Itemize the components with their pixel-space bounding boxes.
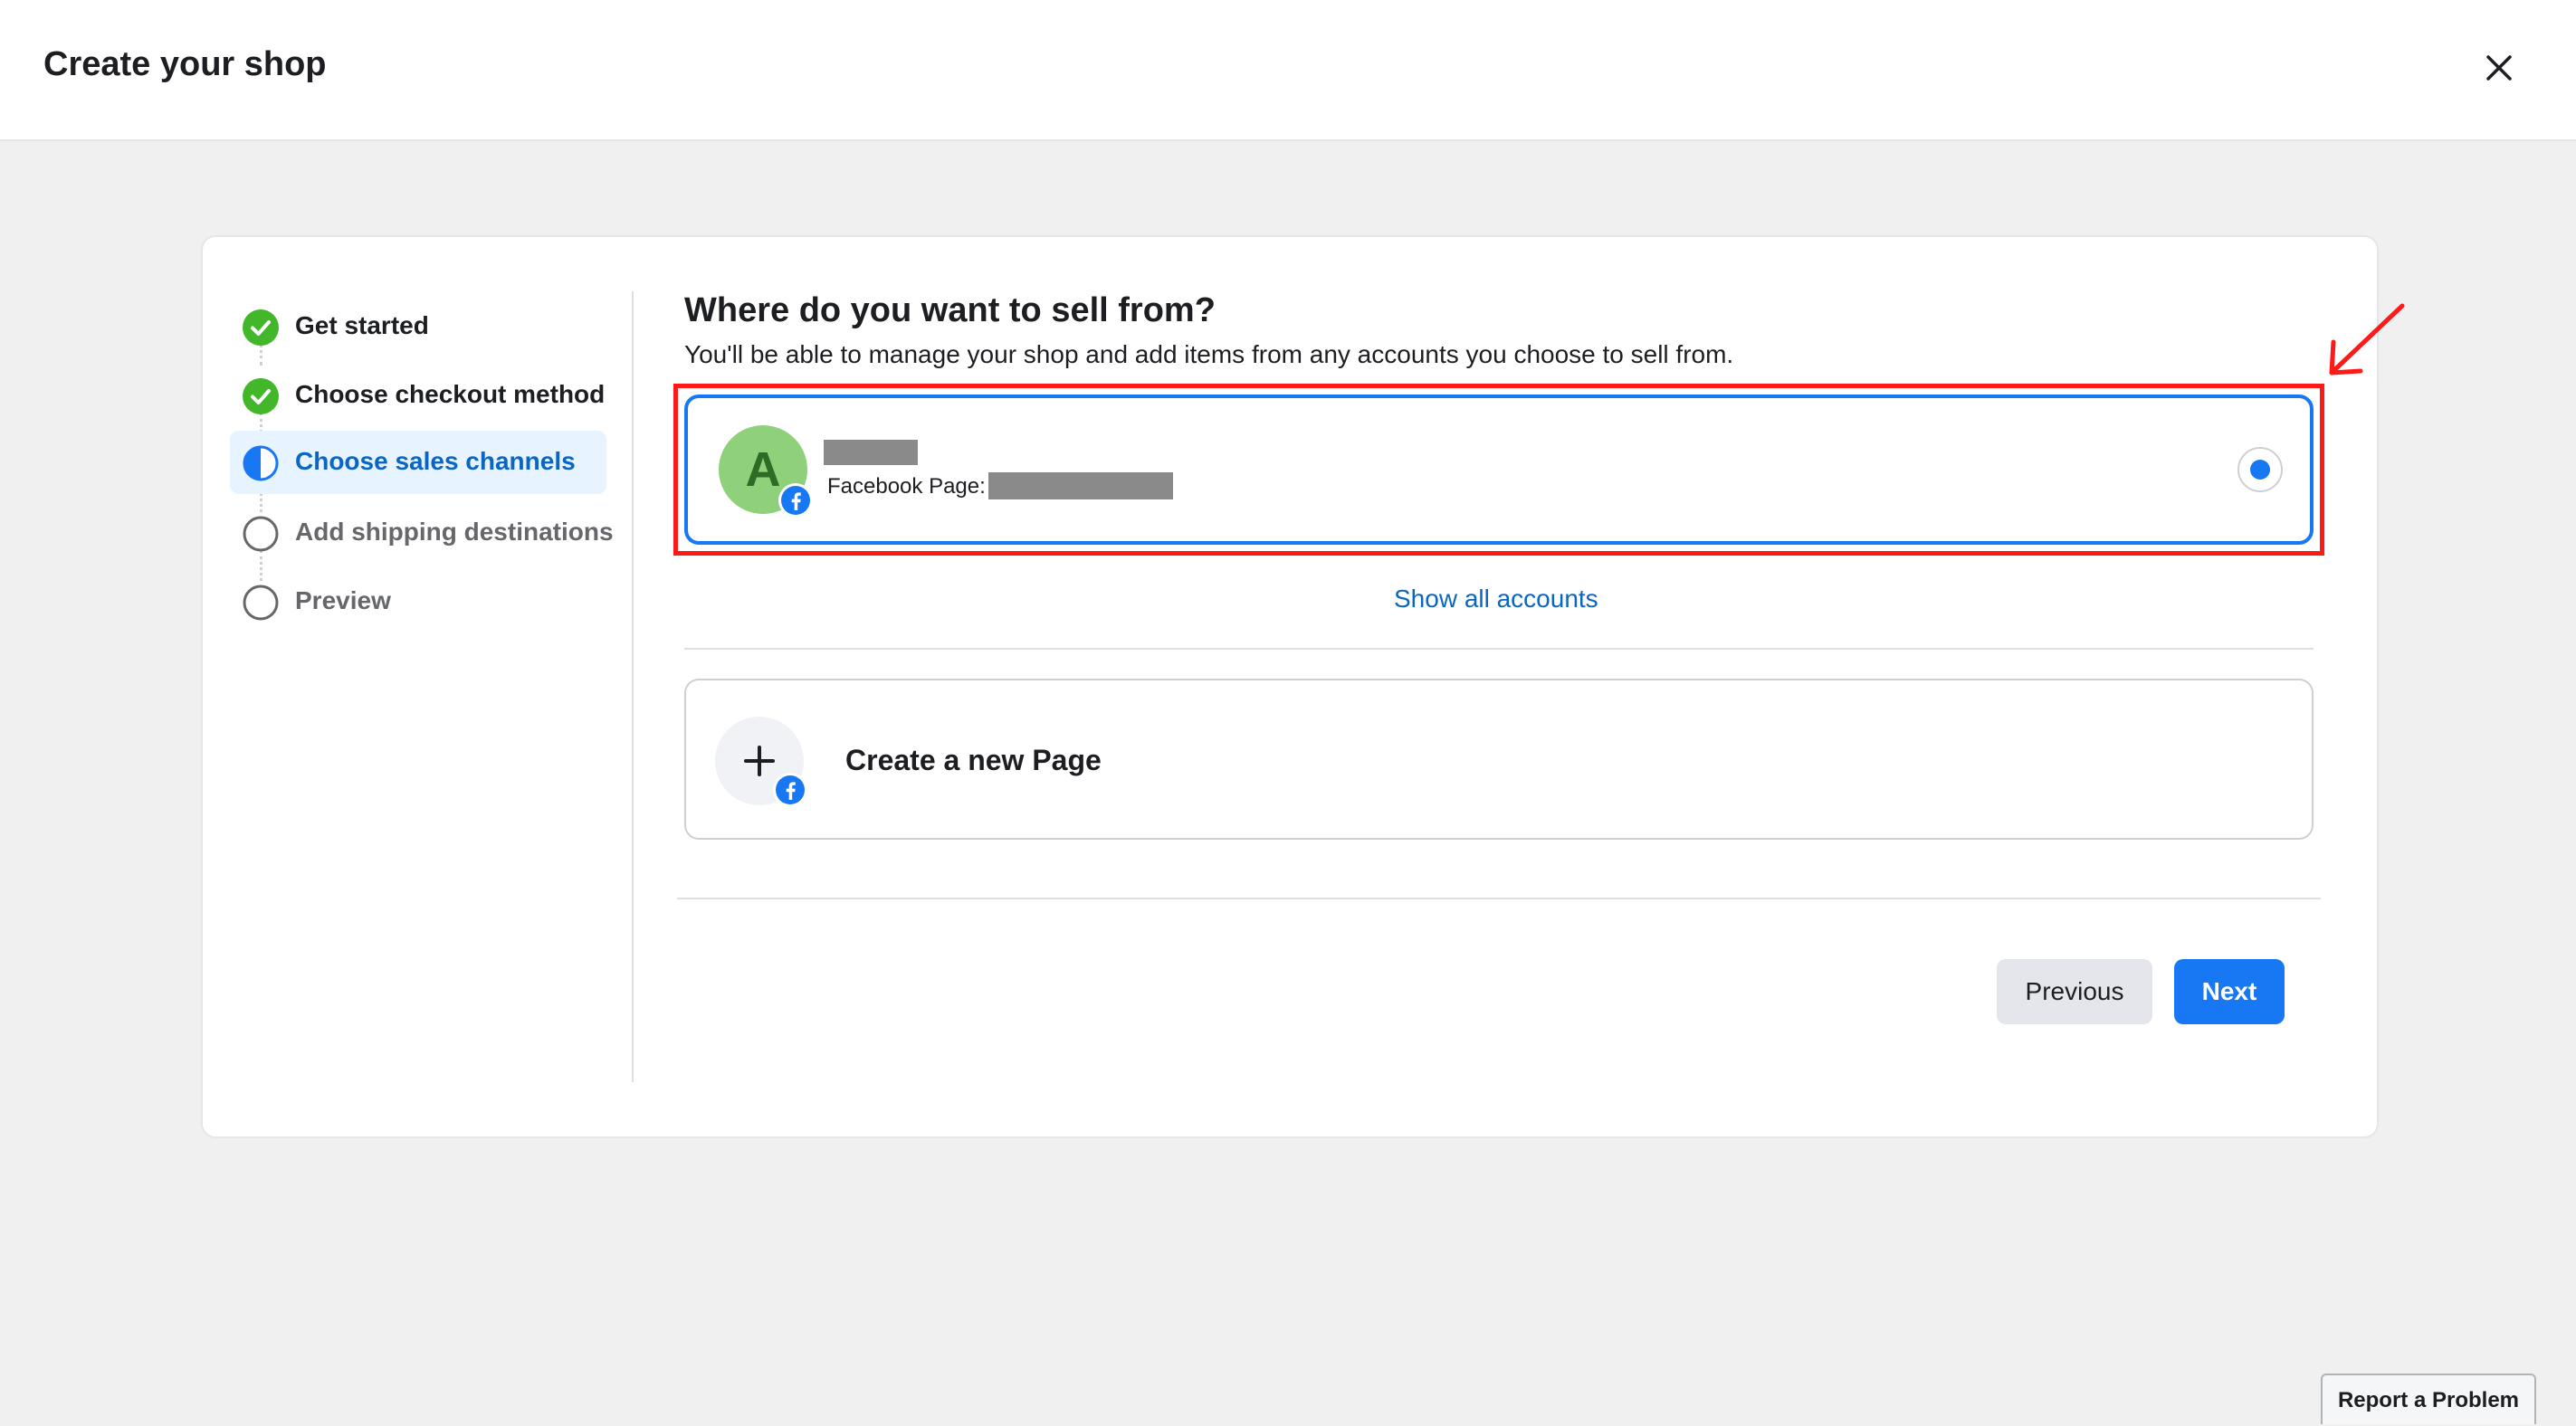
section-subheading: You'll be able to manage your shop and a… bbox=[684, 340, 1734, 368]
check-circle-icon bbox=[243, 309, 279, 346]
previous-button[interactable]: Previous bbox=[1997, 959, 2152, 1024]
half-circle-icon bbox=[243, 445, 279, 481]
facebook-badge bbox=[778, 483, 813, 518]
empty-circle-icon bbox=[243, 585, 279, 621]
empty-circle-icon bbox=[243, 516, 279, 552]
create-new-page-label: Create a new Page bbox=[845, 744, 1102, 776]
step-label: Get started bbox=[295, 311, 429, 339]
top-bar: Create your shop bbox=[0, 0, 2576, 141]
facebook-icon bbox=[776, 775, 805, 804]
report-problem-button[interactable]: Report a Problem bbox=[2321, 1374, 2536, 1424]
step-label: Choose sales channels bbox=[295, 447, 576, 475]
show-all-accounts-link[interactable]: Show all accounts bbox=[1394, 585, 1598, 613]
avatar-letter: A bbox=[745, 442, 781, 497]
page-title: Create your shop bbox=[43, 45, 327, 83]
divider bbox=[684, 648, 2314, 650]
step-label: Add shipping destinations bbox=[295, 518, 614, 546]
check-circle-icon bbox=[243, 378, 279, 414]
account-type-label: Facebook Page: bbox=[827, 474, 986, 499]
close-icon bbox=[2486, 55, 2512, 81]
radio-selected-dot bbox=[2250, 460, 2270, 480]
section-heading: Where do you want to sell from? bbox=[684, 291, 1216, 329]
step-add-shipping-destinations[interactable]: Add shipping destinations bbox=[230, 501, 614, 565]
step-choose-checkout-method[interactable]: Choose checkout method bbox=[230, 364, 606, 427]
create-new-page-card[interactable]: Create a new Page bbox=[684, 679, 2314, 840]
close-button[interactable] bbox=[2476, 45, 2522, 90]
facebook-badge bbox=[773, 773, 807, 807]
step-preview[interactable]: Preview bbox=[230, 570, 606, 633]
next-button[interactable]: Next bbox=[2174, 959, 2285, 1024]
step-get-started[interactable]: Get started bbox=[230, 295, 606, 358]
step-label: Preview bbox=[295, 586, 391, 614]
facebook-icon bbox=[781, 486, 810, 515]
account-option-card[interactable]: A Facebook Page: bbox=[684, 395, 2314, 545]
account-radio[interactable] bbox=[2237, 447, 2283, 492]
arrow-annotation-icon bbox=[2329, 303, 2405, 376]
account-name-redacted bbox=[824, 440, 918, 465]
divider bbox=[677, 898, 2321, 899]
page-name-redacted bbox=[988, 472, 1173, 499]
step-choose-sales-channels[interactable]: Choose sales channels bbox=[230, 431, 606, 494]
step-label: Choose checkout method bbox=[295, 380, 606, 408]
sidebar-divider bbox=[632, 291, 634, 1082]
